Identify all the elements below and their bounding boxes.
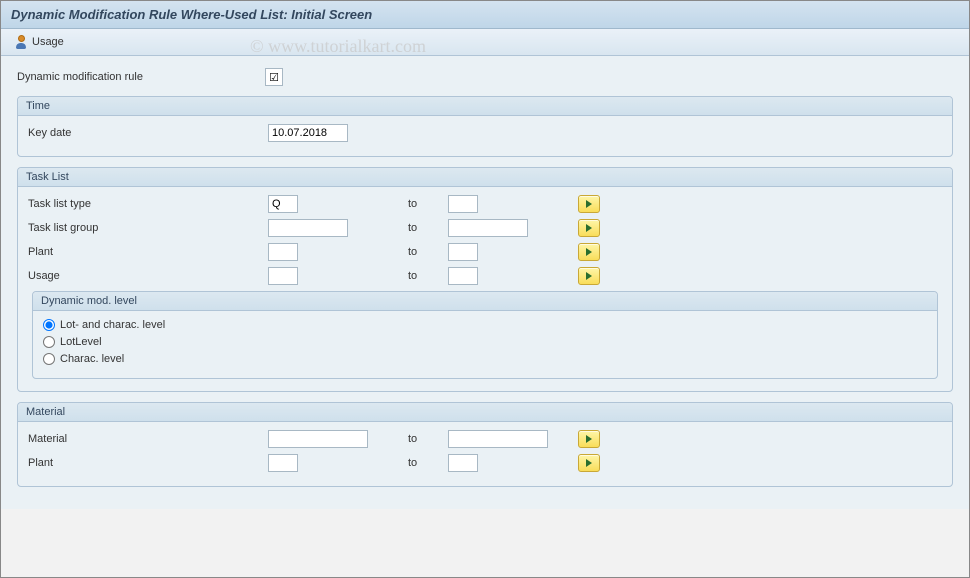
arrow-right-icon — [586, 248, 592, 256]
arrow-right-icon — [586, 224, 592, 232]
dyn-level-radio[interactable] — [43, 353, 55, 365]
multiple-selection-button[interactable] — [578, 454, 600, 472]
arrow-right-icon — [586, 272, 592, 280]
dyn-level-label: Charac. level — [60, 353, 124, 365]
material-material-to-input[interactable] — [448, 430, 548, 448]
tasklist-task-list-group-label: Task list group — [28, 222, 268, 234]
time-group: Time Key date — [17, 96, 953, 157]
usage-button[interactable]: Usage — [11, 33, 68, 51]
tasklist-usage-label: Usage — [28, 270, 268, 282]
dyn-level-radio[interactable] — [43, 319, 55, 331]
material-plant-from-input[interactable] — [268, 454, 298, 472]
material-material-label: Material — [28, 433, 268, 445]
usage-button-label: Usage — [32, 36, 64, 48]
dyn-level-option[interactable]: Lot- and charac. level — [43, 319, 927, 331]
dyn-mod-level-header: Dynamic mod. level — [33, 292, 937, 311]
tasklist-group: Task List Task list typetoTask list grou… — [17, 167, 953, 392]
to-label: to — [408, 246, 448, 258]
multiple-selection-button[interactable] — [578, 243, 600, 261]
dyn-mod-rule-input[interactable] — [265, 68, 283, 86]
tasklist-task-list-type-row: Task list type to — [28, 195, 942, 213]
arrow-right-icon — [586, 200, 592, 208]
material-plant-to-input[interactable] — [448, 454, 478, 472]
material-group-header: Material — [18, 403, 952, 422]
tasklist-task-list-group-to-input[interactable] — [448, 219, 528, 237]
usage-icon — [15, 35, 29, 49]
toolbar: Usage — [1, 29, 969, 56]
tasklist-usage-row: Usage to — [28, 267, 942, 285]
dyn-level-radio[interactable] — [43, 336, 55, 348]
tasklist-plant-row: Plant to — [28, 243, 942, 261]
dyn-mod-level-group: Dynamic mod. level Lot- and charac. leve… — [32, 291, 938, 379]
tasklist-task-list-type-to-input[interactable] — [448, 195, 478, 213]
material-material-row: Material to — [28, 430, 942, 448]
material-plant-row: Plant to — [28, 454, 942, 472]
to-label: to — [408, 222, 448, 234]
time-group-header: Time — [18, 97, 952, 116]
arrow-right-icon — [586, 435, 592, 443]
dyn-mod-rule-row: Dynamic modification rule — [17, 68, 953, 86]
tasklist-plant-from-input[interactable] — [268, 243, 298, 261]
to-label: to — [408, 198, 448, 210]
material-group: Material Material to Plant to — [17, 402, 953, 487]
arrow-right-icon — [586, 459, 592, 467]
tasklist-task-list-type-label: Task list type — [28, 198, 268, 210]
key-date-input[interactable] — [268, 124, 348, 142]
tasklist-task-list-group-from-input[interactable] — [268, 219, 348, 237]
page-title: Dynamic Modification Rule Where-Used Lis… — [11, 7, 959, 22]
multiple-selection-button[interactable] — [578, 195, 600, 213]
content-area: Dynamic modification rule Time Key date … — [1, 56, 969, 509]
key-date-label: Key date — [28, 127, 268, 139]
dyn-level-label: Lot- and charac. level — [60, 319, 165, 331]
dyn-level-label: LotLevel — [60, 336, 102, 348]
to-label: to — [408, 433, 448, 445]
multiple-selection-button[interactable] — [578, 219, 600, 237]
material-material-from-input[interactable] — [268, 430, 368, 448]
key-date-row: Key date — [28, 124, 942, 142]
dyn-level-option[interactable]: LotLevel — [43, 336, 927, 348]
dyn-level-option[interactable]: Charac. level — [43, 353, 927, 365]
tasklist-usage-to-input[interactable] — [448, 267, 478, 285]
to-label: to — [408, 270, 448, 282]
to-label: to — [408, 457, 448, 469]
material-plant-label: Plant — [28, 457, 268, 469]
multiple-selection-button[interactable] — [578, 430, 600, 448]
tasklist-usage-from-input[interactable] — [268, 267, 298, 285]
title-bar: Dynamic Modification Rule Where-Used Lis… — [1, 1, 969, 29]
dyn-mod-rule-label: Dynamic modification rule — [17, 71, 257, 83]
tasklist-plant-to-input[interactable] — [448, 243, 478, 261]
tasklist-task-list-type-from-input[interactable] — [268, 195, 298, 213]
tasklist-plant-label: Plant — [28, 246, 268, 258]
tasklist-task-list-group-row: Task list group to — [28, 219, 942, 237]
tasklist-group-header: Task List — [18, 168, 952, 187]
multiple-selection-button[interactable] — [578, 267, 600, 285]
